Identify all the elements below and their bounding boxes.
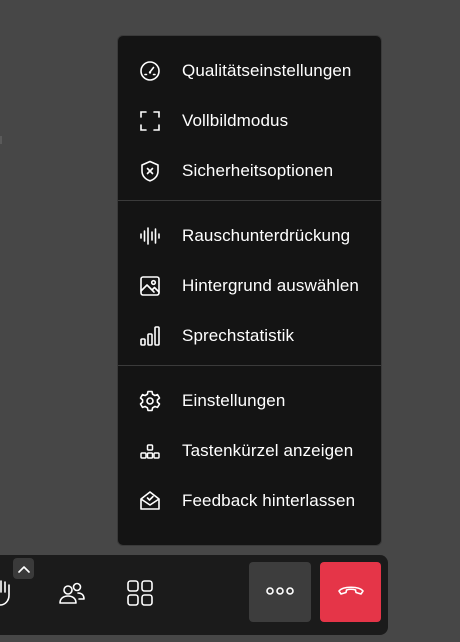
more-options-button[interactable]: [249, 562, 311, 622]
menu-item-label: Vollbildmodus: [182, 111, 289, 130]
menu-item-label: Hintergrund auswählen: [182, 276, 359, 295]
menu-item-label: Sprechstatistik: [182, 326, 295, 345]
shield-icon: [118, 159, 182, 183]
keyboard-shortcuts-icon: [118, 439, 182, 463]
menu-item-keyboard-shortcuts[interactable]: Tastenkürzel anzeigen: [118, 426, 381, 476]
menu-item-label: Einstellungen: [182, 391, 286, 410]
audio-waveform-icon: [118, 224, 182, 248]
feedback-icon: [118, 489, 182, 513]
participants-button[interactable]: [52, 573, 92, 617]
gauge-icon: [118, 59, 182, 83]
menu-item-fullscreen[interactable]: Vollbildmodus: [118, 96, 381, 146]
menu-item-leave-feedback[interactable]: Feedback hinterlassen: [118, 476, 381, 526]
tile-view-button[interactable]: [120, 573, 160, 617]
menu-item-security-options[interactable]: Sicherheitsoptionen: [118, 146, 381, 196]
fullscreen-icon: [118, 109, 182, 133]
menu-item-label: Tastenkürzel anzeigen: [182, 441, 354, 460]
menu-item-label: Rauschunterdrückung: [182, 226, 351, 245]
conference-toolbar: [0, 555, 388, 635]
menu-item-speaker-stats[interactable]: Sprechstatistik: [118, 311, 381, 361]
menu-item-quality-settings[interactable]: Qualitätseinstellungen: [118, 46, 381, 96]
menu-group-general: Einstellungen Tastenkürzel anzeigen Feed…: [118, 366, 381, 530]
gear-icon: [118, 389, 182, 413]
menu-group-audio: Rauschunterdrückung Hintergrund auswähle…: [118, 201, 381, 365]
menu-item-settings[interactable]: Einstellungen: [118, 376, 381, 426]
menu-group-video: Qualitätseinstellungen Vollbildmodus Sic…: [118, 36, 381, 200]
raise-hand-icon: [0, 579, 19, 612]
background-edge-mark: [0, 136, 2, 144]
menu-item-label: Sicherheitsoptionen: [182, 161, 334, 180]
tile-view-icon: [126, 579, 154, 612]
more-options-icon: [266, 583, 294, 601]
hang-up-icon: [337, 583, 365, 602]
menu-item-label: Feedback hinterlassen: [182, 491, 356, 510]
hang-up-button[interactable]: [320, 562, 381, 622]
participants-icon: [58, 579, 86, 612]
bar-chart-icon: [118, 324, 182, 348]
menu-item-select-background[interactable]: Hintergrund auswählen: [118, 261, 381, 311]
raise-hand-button[interactable]: [0, 573, 26, 617]
image-icon: [118, 274, 182, 298]
more-options-menu: Qualitätseinstellungen Vollbildmodus Sic…: [117, 35, 382, 546]
menu-item-noise-suppression[interactable]: Rauschunterdrückung: [118, 211, 381, 261]
menu-item-label: Qualitätseinstellungen: [182, 61, 352, 80]
raise-hand-options-button[interactable]: [13, 558, 34, 579]
chevron-up-icon: [17, 560, 30, 578]
